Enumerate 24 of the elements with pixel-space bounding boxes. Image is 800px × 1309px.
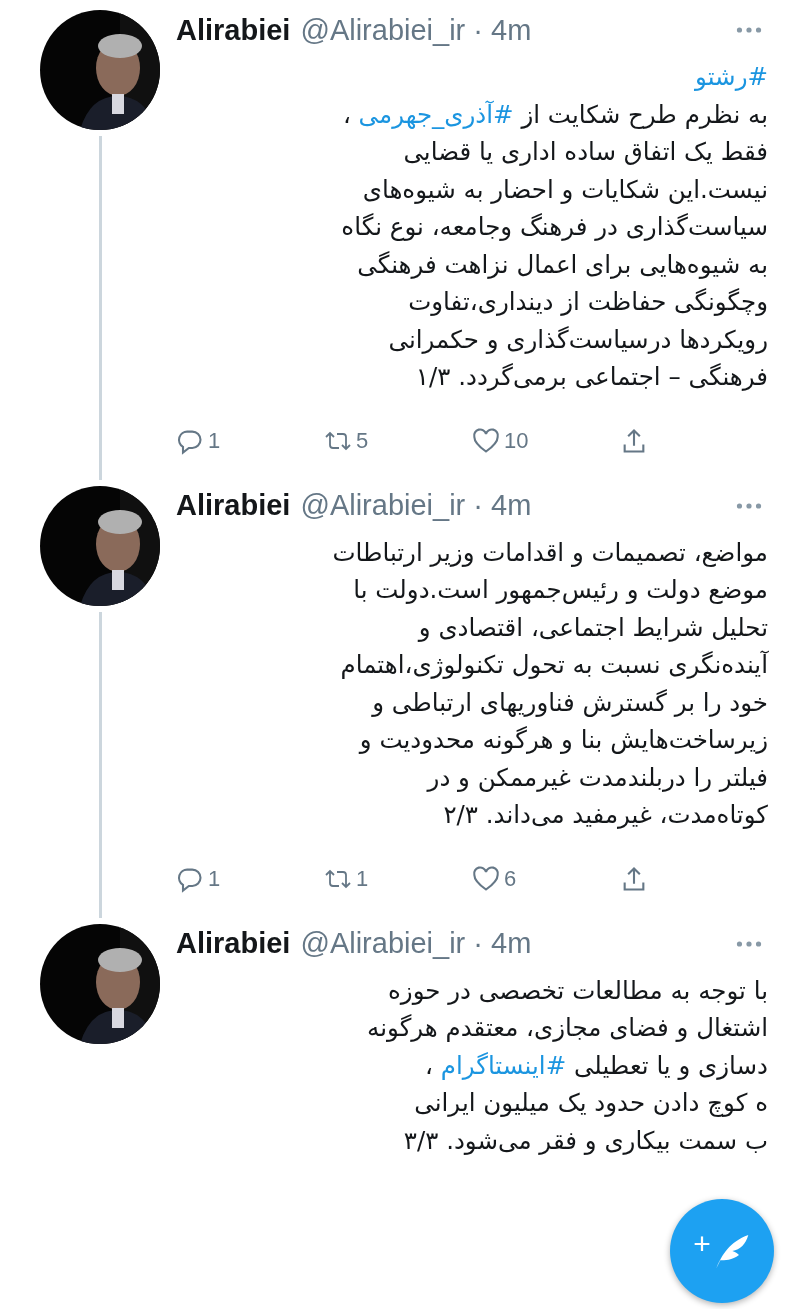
like-icon[interactable] (472, 426, 500, 455)
more-icon[interactable] (736, 26, 762, 34)
reply-count: 1 (208, 865, 221, 892)
compose-button[interactable]: + (670, 1199, 774, 1303)
user-name[interactable]: Alirabiei (176, 13, 291, 47)
like-icon[interactable] (472, 864, 500, 893)
tweet-text: مواضع، تصمیمات و اقدامات وزیر ارتباطات موضع دولت و رئیس‌جمهور است.دولت با تحلیل شرایط اجتماعی، اقتصادی و آینده‌نگری نسبت به تحول تکنولوژی،اهتمام خود را بر گسترش فناوریهای ارتباطی و زیرساخت‌هایش بنا و هرگونه محدودیت و فیلتر را دربلندمدت غیرممکن و در کوتاه‌مدت، غیرمفید می‌داند. ۲/۳ (331, 536, 768, 831)
hashtag-link[interactable]: #اینستاگرام (440, 1050, 567, 1080)
retweet-count: 1 (356, 865, 369, 892)
tweet-text: #رشتو به نظرم طرح شکایت از #آذری_جهرمی ، فقط یک اتفاق ساده اداری یا قضایی نیست.این شکایات و احضار به شیوه‌های سیاست‌گذاری در فرهنگ وجامعه، نوع نگاه به شیوه‌هایی برای اعمال نزاهت فرهنگی وچگونگی حفاظت از دینداری،تفاوت رویکردها درسیاست‌گذاری و حکمرانی فرهنگی – اجتماعی برمی‌گردد. ۱/۳ (340, 61, 768, 393)
hashtag-link[interactable]: #آذری_جهرمی (358, 99, 514, 129)
handle-and-time: @Alirabiei_ir · 4m (300, 13, 532, 47)
retweet-count: 5 (356, 427, 369, 454)
handle-and-time: @Alirabiei_ir · 4m (300, 927, 532, 960)
user-name[interactable]: Alirabiei (176, 927, 291, 960)
tweet-text: با توجه به مطالعات تخصصی در حوزه اشتغال و فضای مجازی، معتقدم هرگونه دسازی و یا تعطیلی #اینستاگرام ، ه کوچ دادن حدود یک میلیون ایرانی ب سمت بیکاری و فقر می‌شود. ۳/۳ (366, 974, 768, 1157)
more-icon[interactable] (736, 939, 762, 948)
more-icon[interactable] (736, 501, 762, 510)
reply-count: 1 (208, 427, 221, 454)
like-count: 10 (504, 427, 529, 454)
hashtag-link[interactable]: #رشتو (695, 62, 768, 91)
like-count: 6 (504, 865, 517, 892)
handle-and-time: @Alirabiei_ir · 4m (300, 489, 532, 522)
user-name[interactable]: Alirabiei (176, 489, 291, 522)
